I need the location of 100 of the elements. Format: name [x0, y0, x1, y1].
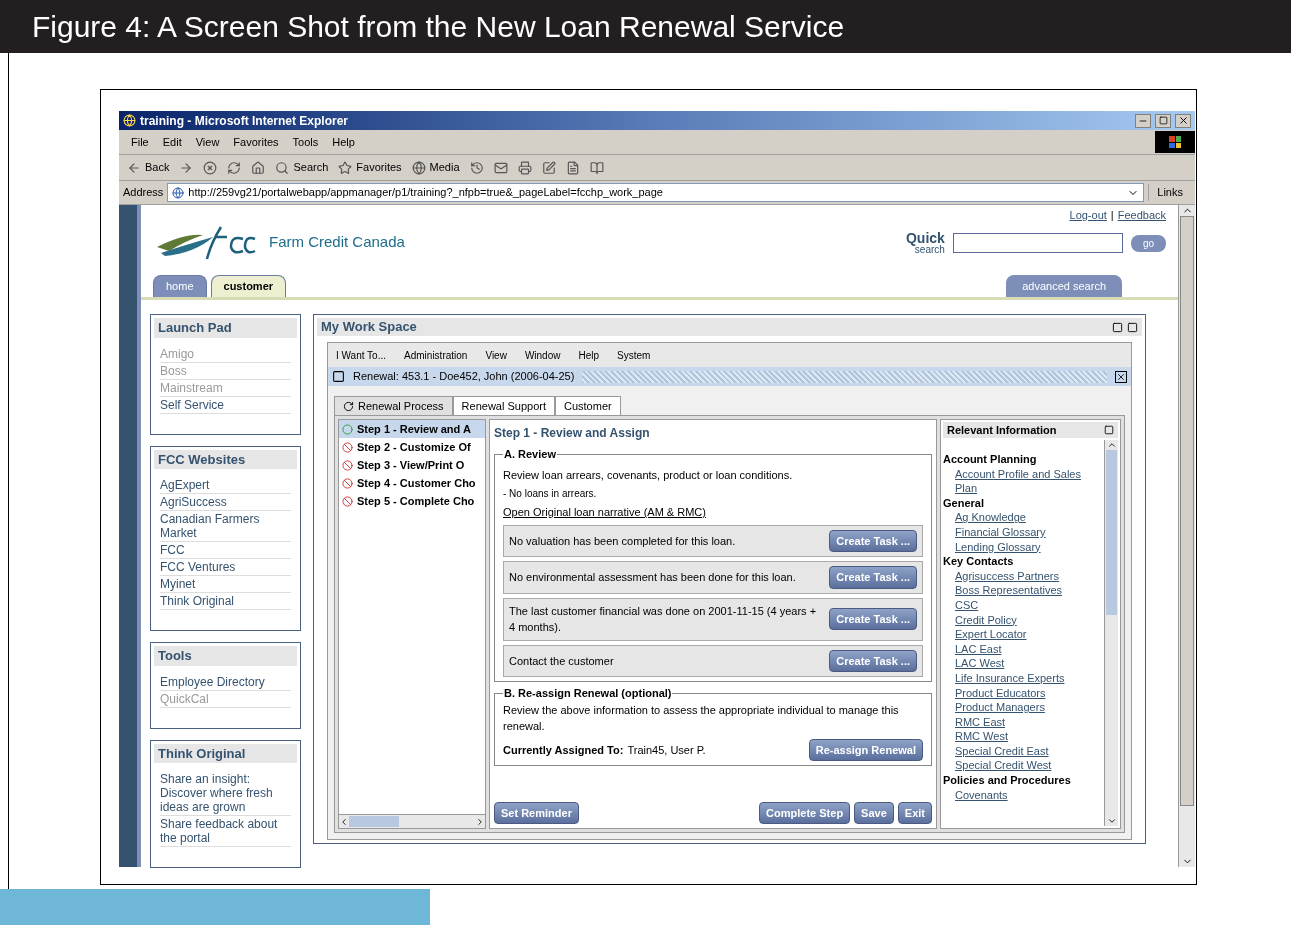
maximize-icon[interactable]	[1112, 321, 1123, 333]
horizontal-scrollbar[interactable]	[339, 814, 485, 828]
app-menu-item[interactable]: I Want To...	[336, 347, 387, 363]
sidebar-link[interactable]: Think Original	[160, 593, 291, 610]
action-button[interactable]: Complete Step	[759, 801, 851, 824]
links-label[interactable]: Links	[1148, 184, 1191, 201]
info-link[interactable]: Lending Glossary	[943, 539, 1104, 555]
info-link[interactable]: Special Credit East	[943, 743, 1104, 759]
toolbar-button[interactable]	[493, 160, 508, 175]
sidebar-link[interactable]: FCC	[160, 542, 291, 559]
page-scrollbar[interactable]	[1178, 205, 1195, 867]
page-icon	[172, 186, 185, 199]
info-link[interactable]: LAC West	[943, 656, 1104, 671]
toolbar-button[interactable]: Back	[127, 159, 170, 176]
scroll-thumb[interactable]	[1180, 216, 1194, 806]
info-link[interactable]: Financial Glossary	[943, 524, 1104, 540]
toolbar-button[interactable]: Favorites	[338, 159, 402, 176]
menu-item[interactable]: Tools	[292, 133, 319, 151]
info-link[interactable]: Life Insurance Experts	[943, 670, 1104, 686]
quick-search-field[interactable]	[952, 233, 1123, 253]
search-sublabel: search	[914, 245, 945, 255]
scroll-right-icon[interactable]	[475, 816, 485, 827]
info-link[interactable]: CSC	[943, 597, 1104, 613]
step-item[interactable]: Step 1 - Review and A	[339, 420, 485, 438]
menu-item[interactable]: Help	[332, 133, 355, 151]
toolbar-button[interactable]	[469, 160, 484, 175]
step-item[interactable]: Step 2 - Customize Of	[339, 438, 485, 456]
sidebar-link[interactable]: Employee Directory	[160, 673, 291, 691]
sidebar-link[interactable]: Myinet	[160, 576, 291, 593]
app-menu-item[interactable]: System	[617, 347, 651, 363]
close-button[interactable]	[1175, 113, 1191, 128]
info-link[interactable]: Account Profile and Sales Plan	[943, 466, 1104, 496]
header-link[interactable]: Feedback	[1117, 207, 1166, 224]
toolbar-button[interactable]	[227, 160, 242, 175]
menu-item[interactable]: Edit	[162, 133, 182, 151]
action-button[interactable]: Save	[854, 801, 894, 824]
sidebar-link[interactable]: FCC Ventures	[160, 559, 291, 576]
step-item[interactable]: Step 5 - Complete Cho	[339, 492, 485, 510]
portal-tab[interactable]: customer	[210, 275, 287, 297]
menu-item[interactable]: File	[131, 133, 149, 151]
app-menu-item[interactable]: Window	[524, 347, 561, 363]
info-link[interactable]: Covenants	[943, 787, 1104, 803]
app-menu-item[interactable]: Help	[578, 347, 600, 363]
info-link[interactable]: Boss Representatives	[943, 583, 1104, 598]
action-button[interactable]: Set Reminder	[494, 801, 579, 824]
collapse-icon[interactable]	[1104, 425, 1114, 435]
toolbar-button[interactable]: Search	[275, 159, 329, 176]
restore-button[interactable]	[1155, 113, 1171, 128]
sidebar-link[interactable]: Self Service	[160, 396, 291, 414]
process-tab[interactable]: Renewal Support	[452, 396, 555, 415]
info-link[interactable]: Product Educators	[943, 685, 1104, 701]
vertical-scrollbar[interactable]	[1104, 440, 1118, 826]
sidebar-link[interactable]: Canadian Farmers Market	[160, 511, 291, 542]
info-link[interactable]: Product Managers	[943, 700, 1104, 715]
process-tab[interactable]: Customer	[555, 396, 621, 415]
info-link[interactable]: Credit Policy	[943, 612, 1104, 628]
info-link[interactable]: Expert Locator	[943, 627, 1104, 642]
toolbar-button[interactable]	[517, 160, 532, 175]
narrative-link[interactable]: Open Original loan narrative (AM & RMC)	[503, 504, 923, 521]
sidebar-link[interactable]: AgExpert	[160, 477, 291, 494]
app-menu-item[interactable]: Administration	[404, 347, 468, 363]
info-link[interactable]: Agrisuccess Partners	[943, 568, 1104, 584]
minimize-button[interactable]	[1135, 113, 1151, 128]
menu-item[interactable]: View	[195, 133, 220, 151]
toolbar-button[interactable]	[203, 160, 218, 175]
action-button[interactable]: Re-assign Renewal	[808, 738, 923, 761]
action-button[interactable]: Exit	[897, 801, 932, 824]
restore-icon[interactable]	[1127, 321, 1138, 333]
info-link[interactable]: Ag Knowledge	[943, 510, 1104, 525]
info-link[interactable]: Special Credit West	[943, 758, 1104, 774]
step-item[interactable]: Step 3 - View/Print O	[339, 456, 485, 474]
app-menu-item[interactable]: View	[485, 347, 507, 363]
sidebar-link[interactable]: Share an insight: Discover where fresh ideas are grown	[160, 771, 291, 816]
menu-item[interactable]: Favorites	[233, 133, 279, 151]
action-button[interactable]: Create Task ...	[829, 529, 917, 552]
sidebar-link[interactable]: Share feedback about the portal	[160, 816, 291, 847]
process-tab[interactable]: Renewal Process	[334, 396, 453, 415]
info-link[interactable]: RMC West	[943, 729, 1104, 744]
scroll-left-icon[interactable]	[339, 816, 349, 827]
toolbar-button[interactable]	[251, 160, 266, 175]
action-button[interactable]: Create Task ...	[829, 649, 917, 672]
sidebar-link[interactable]: AgriSuccess	[160, 494, 291, 511]
scroll-thumb[interactable]	[349, 816, 399, 827]
scroll-thumb[interactable]	[1106, 450, 1117, 615]
action-button[interactable]: Create Task ...	[829, 566, 917, 589]
info-link[interactable]: RMC East	[943, 714, 1104, 730]
scroll-up-icon[interactable]	[1106, 440, 1117, 450]
toolbar-button[interactable]	[541, 160, 556, 175]
step-item[interactable]: Step 4 - Customer Cho	[339, 474, 485, 492]
toolbar-button[interactable]	[565, 160, 580, 175]
action-button[interactable]: Create Task ...	[829, 607, 917, 631]
toolbar-button[interactable]	[179, 160, 194, 175]
address-field[interactable]: http://259vg21/portalwebapp/appmanager/p1/training?_nfpb=true&_pageLabel=fcchp_work_page	[167, 183, 1145, 202]
toolbar-button[interactable]	[589, 160, 604, 175]
close-icon[interactable]	[1115, 370, 1127, 383]
task-text: Contact the customer	[509, 653, 615, 669]
header-link[interactable]: Log-out	[1069, 207, 1107, 224]
info-link[interactable]: LAC East	[943, 641, 1104, 657]
toolbar-button[interactable]: Media	[411, 159, 460, 176]
scroll-down-icon[interactable]	[1106, 816, 1117, 826]
